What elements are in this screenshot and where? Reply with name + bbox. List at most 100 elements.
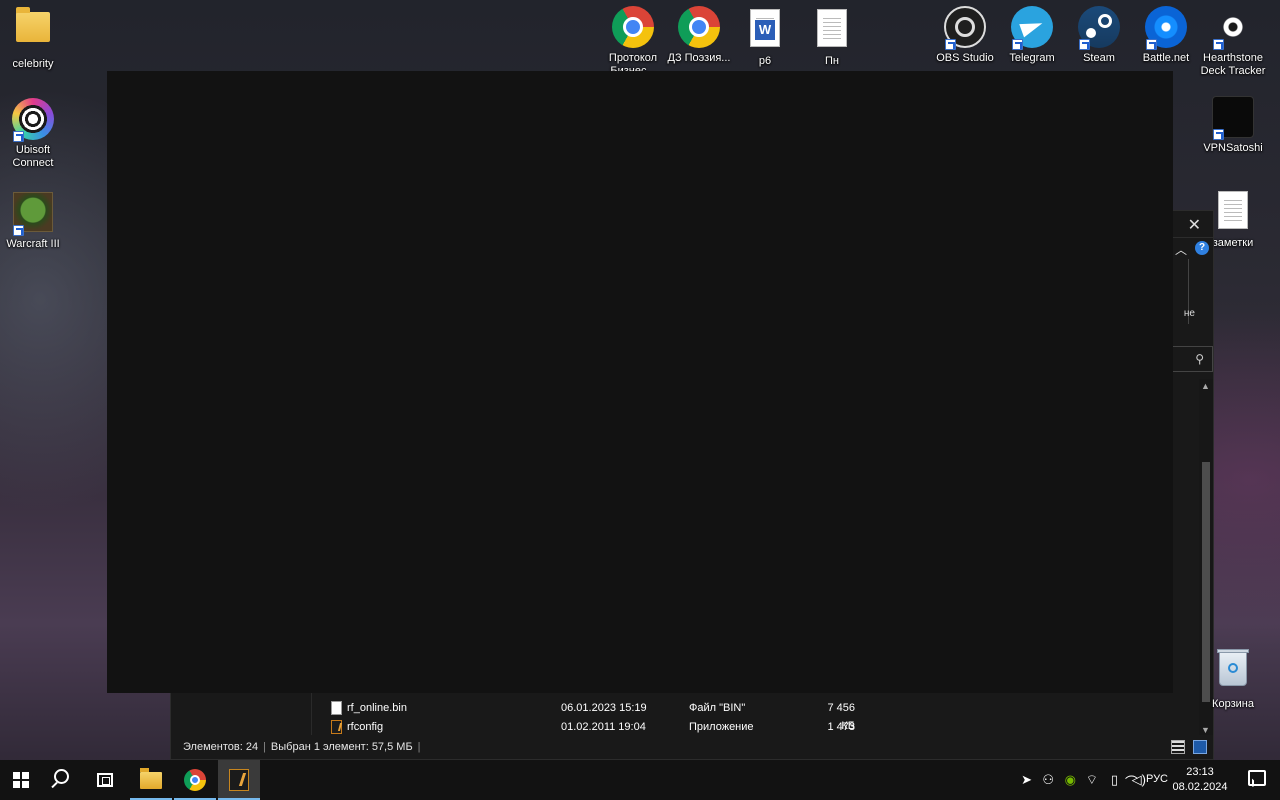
file-type: Файл "BIN" [689,702,746,714]
rf-online-icon [229,769,249,791]
warcraft-iii-icon [11,192,55,236]
speaker-icon[interactable]: ◁) [1132,772,1146,788]
nvidia-tray-icon[interactable]: ◉ [1065,772,1076,788]
close-icon[interactable]: ✕ [1188,215,1201,235]
obs-studio-icon [943,6,987,50]
system-tray: ➤ ⚇ ◉ ⌔ ▯ ⌒ ◁) РУС 23:13 08.02.2024 [1000,760,1280,800]
start-button[interactable] [0,760,42,800]
shortcut-arrow-icon [13,225,24,236]
desktop-icon-vpnsatoshi[interactable]: VPNSatoshi [1200,96,1266,155]
shortcut-arrow-icon [13,131,24,142]
desktop-icon-label: Warcraft III [6,238,60,250]
recycle-bin-icon [1211,649,1255,696]
shortcut-arrow-icon [1213,129,1224,140]
desktop-icon-celebrity[interactable]: celebrity [0,6,66,71]
scroll-down-icon[interactable]: ▼ [1201,725,1210,735]
clock-time: 23:13 [1186,766,1214,778]
desktop-icon-label: Battle.net [1142,52,1190,64]
text-document-icon [810,9,854,53]
ribbon-label-fragment[interactable]: не [1184,308,1195,319]
file-row[interactable]: rf_online.bin 06.01.2023 15:19 Файл "BIN… [331,699,1031,732]
battle-net-icon [1144,6,1188,50]
desktop-icon-label: Корзина [1212,698,1254,710]
blank-application-window[interactable] [107,71,1173,693]
desktop-icon-warcraft-iii[interactable]: Warcraft III [0,190,66,251]
steam-icon [1077,6,1121,50]
word-document-icon: W [743,9,787,53]
clock[interactable]: 23:13 08.02.2024 [1170,765,1230,795]
app-icon [331,720,342,734]
file-name: rf_online.bin [347,702,407,714]
notification-center-icon[interactable] [1248,770,1266,786]
chrome-icon [677,6,721,50]
desktop-icon-chrome-dz[interactable]: ДЗ Поэзия... [666,6,732,65]
desktop-icon-label: Пн [825,55,839,67]
desktop-icon-hearthstone-deck-tracker[interactable]: Hearthstone Deck Tracker [1200,6,1266,78]
shortcut-arrow-icon [1213,39,1224,50]
navigation-pane-divider [311,689,312,739]
desktop-icon-pn[interactable]: Пн [799,6,865,68]
taskbar: ➤ ⚇ ◉ ⌔ ▯ ⌒ ◁) РУС 23:13 08.02.2024 [0,760,1280,800]
task-view-button[interactable] [84,760,126,800]
shortcut-arrow-icon [1146,39,1157,50]
chevron-up-icon[interactable]: ︿ [1175,241,1187,258]
search-input[interactable]: ⚲ [1171,346,1213,372]
folder-icon [140,768,162,789]
large-icons-view-icon[interactable] [1193,740,1207,754]
scroll-up-icon[interactable]: ▲ [1201,381,1210,391]
file-date: 06.01.2023 15:19 [561,702,647,714]
desktop-icon-chrome-protocol[interactable]: Протокол Бизнес... [600,6,666,78]
desktop-icon-label: Hearthstone Deck Tracker [1200,52,1266,77]
blank-file-icon [331,701,342,715]
text-document-icon [1211,191,1255,235]
vpnsatoshi-icon [1211,96,1255,140]
search-icon: ⚲ [1195,352,1204,366]
hearthstone-deck-tracker-icon [1211,6,1255,50]
shortcut-arrow-icon [1079,39,1090,50]
telegram-tray-icon[interactable]: ➤ [1021,772,1032,788]
search-button[interactable] [42,760,84,800]
windows-logo-icon [13,772,29,788]
selection-info: Выбран 1 элемент: 57,5 МБ [270,741,413,753]
desktop-icon-label: VPNSatoshi [1203,142,1263,154]
clock-date: 08.02.2024 [1172,781,1228,793]
file-row[interactable]: rfconfig 01.02.2011 19:04 Приложение 1 4… [331,718,1031,751]
search-icon [54,769,69,784]
help-icon[interactable]: ? [1195,241,1209,255]
desktop-icon-obs-studio[interactable]: OBS Studio [932,6,998,65]
shortcut-arrow-icon [945,39,956,50]
desktop-icon-label: Steam [1083,52,1115,64]
task-view-icon [97,773,113,787]
desktop-icon-label: OBS Studio [936,52,994,64]
desktop-icon-p6[interactable]: W р6 [732,6,798,68]
desktop-icon-battle-net[interactable]: Battle.net [1133,6,1199,65]
folder-icon [11,7,55,56]
desktop-icon-label: Ubisoft Connect [12,144,54,169]
wifi-tray-icon[interactable]: ⌔ [1086,772,1098,788]
taskbar-file-explorer[interactable] [130,760,172,800]
desktop-icon-telegram[interactable]: Telegram [999,6,1065,65]
telegram-icon [1010,6,1054,50]
file-name: rfconfig [347,721,384,733]
items-count: Элементов: 24 [183,741,259,753]
network-tray-icon[interactable]: ⚇ [1042,772,1054,788]
desktop-icon-label: р6 [758,55,772,67]
desktop-icon-recycle-bin[interactable]: Корзина [1200,648,1266,711]
desktop-icon-label: ДЗ Поэзия... [667,52,731,64]
ubisoft-icon [11,98,55,142]
details-view-icon[interactable] [1171,740,1185,754]
taskbar-chrome[interactable] [174,760,216,800]
shortcut-arrow-icon [1012,39,1023,50]
desktop-icon-steam[interactable]: Steam [1066,6,1132,65]
file-date: 01.02.2011 19:04 [561,721,646,733]
chrome-icon [611,6,655,50]
desktop-icon-label: celebrity [12,58,54,70]
chrome-icon [184,769,206,791]
battery-tray-icon[interactable]: ▯ [1111,772,1118,788]
taskbar-rf-online[interactable] [218,760,260,800]
file-type: Приложение [689,721,754,733]
language-indicator[interactable]: РУС [1146,773,1168,785]
desktop-icon-label: Telegram [1009,52,1055,64]
status-bar: Элементов: 24 | Выбран 1 элемент: 57,5 МБ | [171,735,1213,759]
desktop-icon-ubisoft-connect[interactable]: Ubisoft Connect [0,98,66,170]
